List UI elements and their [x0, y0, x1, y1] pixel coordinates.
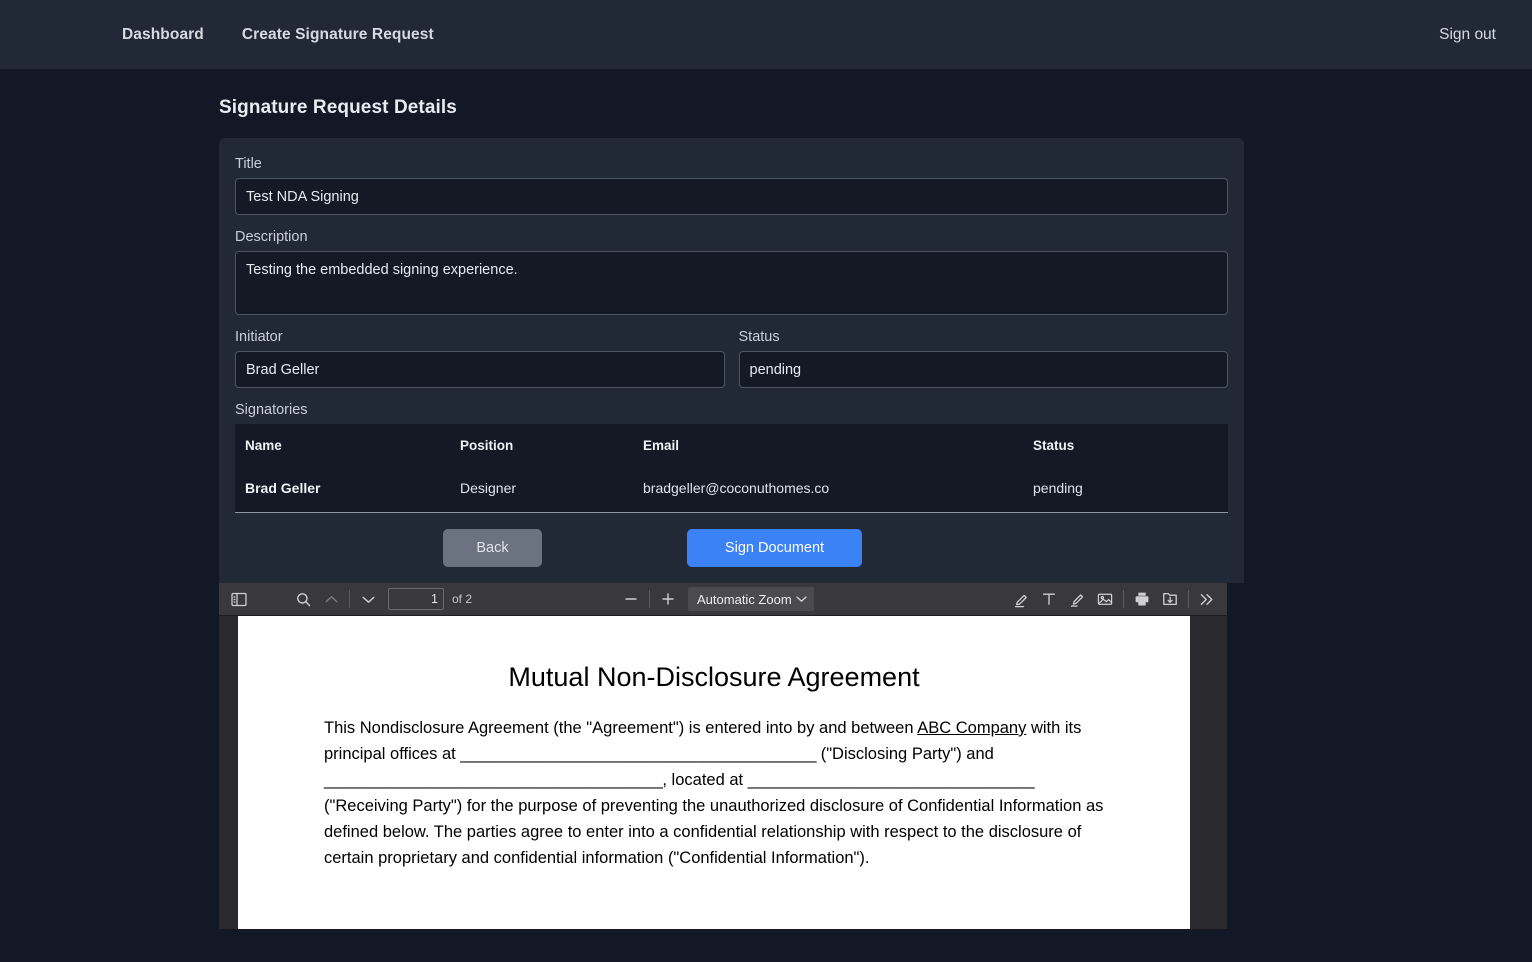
page-title: Signature Request Details — [219, 97, 457, 118]
signatories-table-head: Name Position Email Status — [235, 424, 1228, 466]
signatories-label: Signatories — [235, 402, 308, 418]
pdf-toolbar: of 2 Automatic Zoom — [219, 583, 1227, 616]
column-header-name: Name — [245, 438, 282, 453]
pdf-viewer: of 2 Automatic Zoom — [219, 583, 1227, 929]
description-label: Description — [235, 229, 308, 245]
document-paragraph: This Nondisclosure Agreement (the "Agree… — [238, 715, 1190, 871]
table-header-row: Name Position Email Status — [235, 424, 1228, 466]
chevron-down-icon[interactable] — [354, 586, 382, 612]
top-navbar: Dashboard Create Signature Request Sign … — [0, 0, 1532, 69]
print-icon[interactable] — [1128, 586, 1156, 612]
signatories-table-wrap: Name Position Email Status Brad Geller D… — [235, 424, 1228, 513]
draw-icon[interactable] — [1063, 586, 1091, 612]
zoom-level-select[interactable]: Automatic Zoom — [688, 587, 815, 611]
column-header-email: Email — [643, 438, 680, 453]
pdf-scroll-area[interactable]: Mutual Non-Disclosure Agreement This Non… — [219, 616, 1227, 929]
cell-status: pending — [1033, 480, 1083, 496]
status-group: Status — [738, 315, 1228, 388]
sign-out-link[interactable]: Sign out — [1439, 26, 1496, 43]
status-label: Status — [738, 329, 780, 345]
initiator-status-row: Initiator Status — [235, 315, 1228, 388]
column-header-position: Position — [460, 438, 514, 453]
text-icon[interactable] — [1035, 586, 1063, 612]
cell-name: Brad Geller — [245, 480, 321, 496]
signatories-table: Name Position Email Status Brad Geller D… — [235, 424, 1228, 512]
status-input[interactable] — [738, 351, 1228, 388]
navbar-links: Dashboard Create Signature Request — [122, 26, 434, 44]
chevron-up-icon[interactable] — [317, 586, 345, 612]
search-icon[interactable] — [289, 586, 317, 612]
description-input[interactable]: Testing the embedded signing experience. — [235, 251, 1228, 315]
highlighter-icon[interactable] — [1007, 586, 1035, 612]
nav-link-dashboard[interactable]: Dashboard — [122, 26, 204, 44]
page-count-label: of 2 — [452, 592, 473, 606]
doc-text-6: , located at — [662, 771, 748, 789]
title-input[interactable] — [235, 178, 1228, 215]
document-title: Mutual Non-Disclosure Agreement — [508, 662, 920, 692]
navbar-right: Sign out — [1439, 26, 1496, 44]
action-buttons-row: Back Sign Document — [235, 513, 1228, 583]
page-number-input[interactable] — [388, 588, 444, 610]
doc-text-4: ("Disclosing Party") and — [816, 745, 994, 763]
zoom-controls: Automatic Zoom — [617, 586, 815, 612]
sidebar-toggle-icon[interactable] — [225, 586, 253, 612]
plus-icon[interactable] — [654, 586, 682, 612]
doc-text-abc-company: ABC Company — [917, 719, 1027, 737]
doc-blank-1: ________________________________________… — [460, 745, 817, 763]
title-label: Title — [235, 156, 262, 172]
cell-position: Designer — [460, 480, 517, 496]
nav-link-create-signature-request[interactable]: Create Signature Request — [242, 26, 434, 44]
back-button[interactable]: Back — [443, 529, 542, 567]
doc-text-0: This Nondisclosure Agreement (the "Agree… — [324, 719, 918, 737]
doc-blank-2: _______________________________________ — [324, 771, 663, 789]
initiator-input[interactable] — [235, 351, 725, 388]
minus-icon[interactable] — [617, 586, 645, 612]
signatories-table-body: Brad Geller Designer bradgeller@coconuth… — [235, 466, 1228, 512]
doc-blank-3: _________________________________ — [747, 771, 1035, 789]
column-header-status: Status — [1033, 438, 1075, 453]
sign-document-button[interactable]: Sign Document — [687, 529, 862, 567]
save-icon[interactable] — [1156, 586, 1184, 612]
table-row: Brad Geller Designer bradgeller@coconuth… — [235, 466, 1228, 512]
zoom-select-wrap: Automatic Zoom — [682, 587, 815, 611]
pdf-page-1: Mutual Non-Disclosure Agreement This Non… — [238, 616, 1190, 929]
pdf-tools-group — [1007, 586, 1221, 612]
page-content: Signature Request Details Title Descript… — [0, 69, 1532, 929]
doc-text-8: ("Receiving Party") for the purpose of p… — [324, 797, 1104, 867]
image-icon[interactable] — [1091, 586, 1119, 612]
more-tools-icon[interactable] — [1193, 586, 1221, 612]
signature-request-card: Title Description Testing the embedded s… — [219, 138, 1244, 583]
initiator-group: Initiator — [235, 315, 725, 388]
cell-email: bradgeller@coconuthomes.co — [643, 480, 830, 496]
initiator-label: Initiator — [235, 329, 283, 345]
